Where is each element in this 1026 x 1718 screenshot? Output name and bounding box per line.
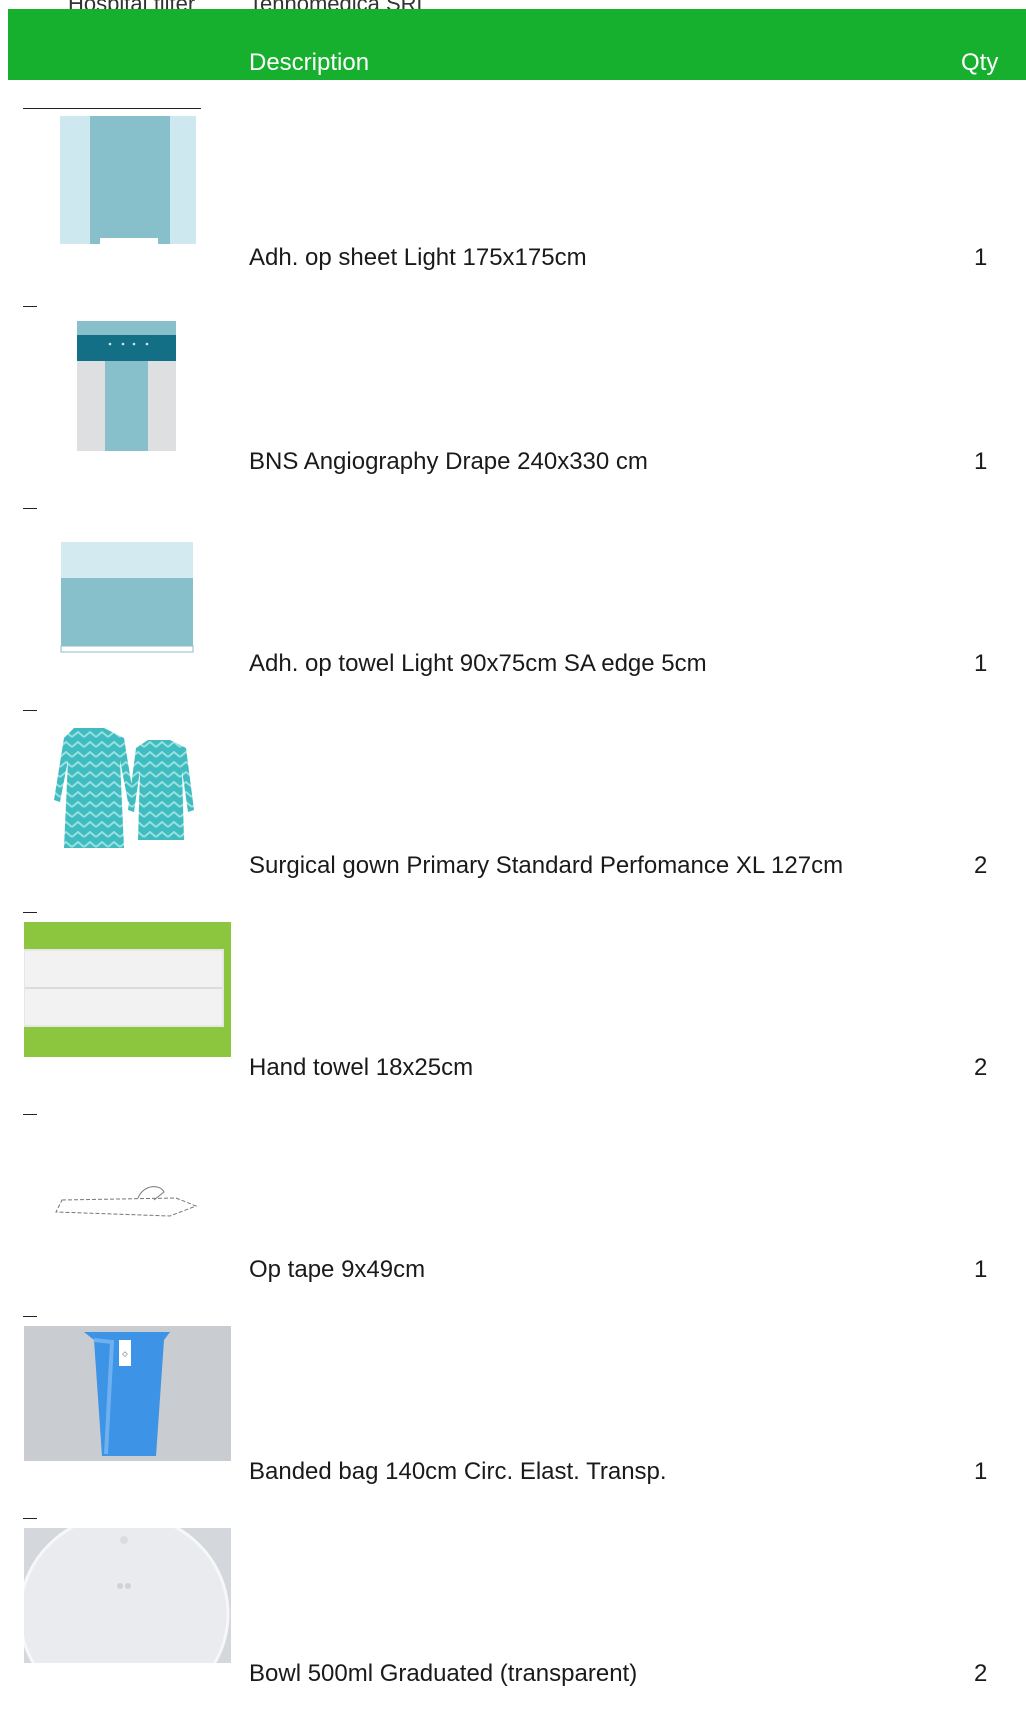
item-qty: 1 — [974, 1458, 988, 1485]
row-divider — [23, 306, 37, 307]
adhesive-towel-icon — [24, 518, 231, 653]
row-divider — [23, 1316, 37, 1317]
item-description: Adh. op towel Light 90x75cm SA edge 5cm — [249, 650, 707, 677]
item-qty: 2 — [974, 1054, 988, 1081]
angiography-drape-icon — [24, 316, 231, 451]
item-qty: 1 — [974, 448, 988, 475]
item-description: Banded bag 140cm Circ. Elast. Transp. — [249, 1458, 667, 1485]
table-row: Adh. op towel Light 90x75cm SA edge 5cm … — [0, 506, 1026, 708]
row-divider — [23, 710, 37, 711]
table-row: Op tape 9x49cm 1 — [0, 1112, 1026, 1314]
item-qty: 1 — [974, 1256, 988, 1283]
bowl-photo — [24, 1528, 231, 1663]
table-row: Adh. op sheet Light 175x175cm 1 — [0, 100, 1026, 302]
item-description: Surgical gown Primary Standard Perfomanc… — [249, 852, 844, 879]
adhesive-sheet-icon — [24, 112, 231, 247]
op-tape-icon — [24, 1124, 231, 1259]
banded-bag-photo: ◇ — [24, 1326, 231, 1461]
table-row: Bowl 500ml Graduated (transparent) 2 — [0, 1516, 1026, 1718]
item-description: Bowl 500ml Graduated (transparent) — [249, 1660, 638, 1687]
table-row: ◇ Banded bag 140cm Circ. Elast. Transp. … — [0, 1314, 1026, 1516]
table-header: Description Qty — [8, 9, 1026, 80]
row-divider — [23, 912, 37, 913]
column-header-qty: Qty — [961, 49, 999, 76]
table-row: Hand towel 18x25cm 2 — [0, 910, 1026, 1112]
item-qty: 1 — [974, 650, 988, 677]
hand-towel-photo — [24, 922, 231, 1057]
column-header-description: Description — [249, 49, 370, 76]
item-description: Op tape 9x49cm — [249, 1256, 426, 1283]
item-qty: 2 — [974, 1660, 988, 1687]
table-row: BNS Angiography Drape 240x330 cm 1 — [0, 304, 1026, 506]
svg-text:◇: ◇ — [122, 1350, 128, 1358]
item-description: Hand towel 18x25cm — [249, 1054, 474, 1081]
item-qty: 2 — [974, 852, 988, 879]
row-divider — [23, 508, 37, 509]
item-description: Adh. op sheet Light 175x175cm — [249, 244, 587, 271]
item-description: BNS Angiography Drape 240x330 cm — [249, 448, 648, 475]
row-divider — [23, 1518, 37, 1519]
surgical-gown-icon — [24, 720, 231, 855]
item-qty: 1 — [974, 244, 988, 271]
row-divider — [23, 1114, 37, 1115]
table-row: Surgical gown Primary Standard Perfomanc… — [0, 708, 1026, 910]
